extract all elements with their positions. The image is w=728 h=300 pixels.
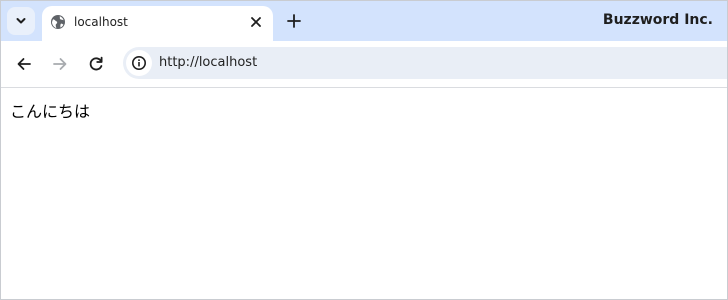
browser-tab[interactable]: localhost (42, 6, 273, 41)
page-text: こんにちは (10, 102, 91, 121)
info-icon (132, 56, 146, 70)
page-content: こんにちは (1, 88, 727, 299)
tab-strip: localhost Buzzword Inc. (1, 1, 727, 41)
tab-search-button[interactable] (7, 7, 35, 35)
toolbar: http://localhost (1, 41, 727, 88)
browser-window: localhost Buzzword Inc. http://localhost… (0, 0, 728, 300)
site-info-button[interactable] (126, 50, 152, 76)
profile-label[interactable]: Buzzword Inc. (603, 12, 713, 28)
globe-icon (51, 15, 65, 29)
reload-icon[interactable] (86, 54, 106, 74)
chevron-down-icon (16, 18, 26, 24)
address-bar[interactable]: http://localhost (123, 47, 727, 79)
arrow-left-icon[interactable] (14, 54, 34, 74)
arrow-right-icon[interactable] (50, 54, 70, 74)
plus-icon[interactable] (284, 11, 304, 31)
close-icon[interactable] (248, 14, 264, 30)
url-text[interactable]: http://localhost (159, 55, 257, 70)
tab-title: localhost (74, 15, 128, 29)
